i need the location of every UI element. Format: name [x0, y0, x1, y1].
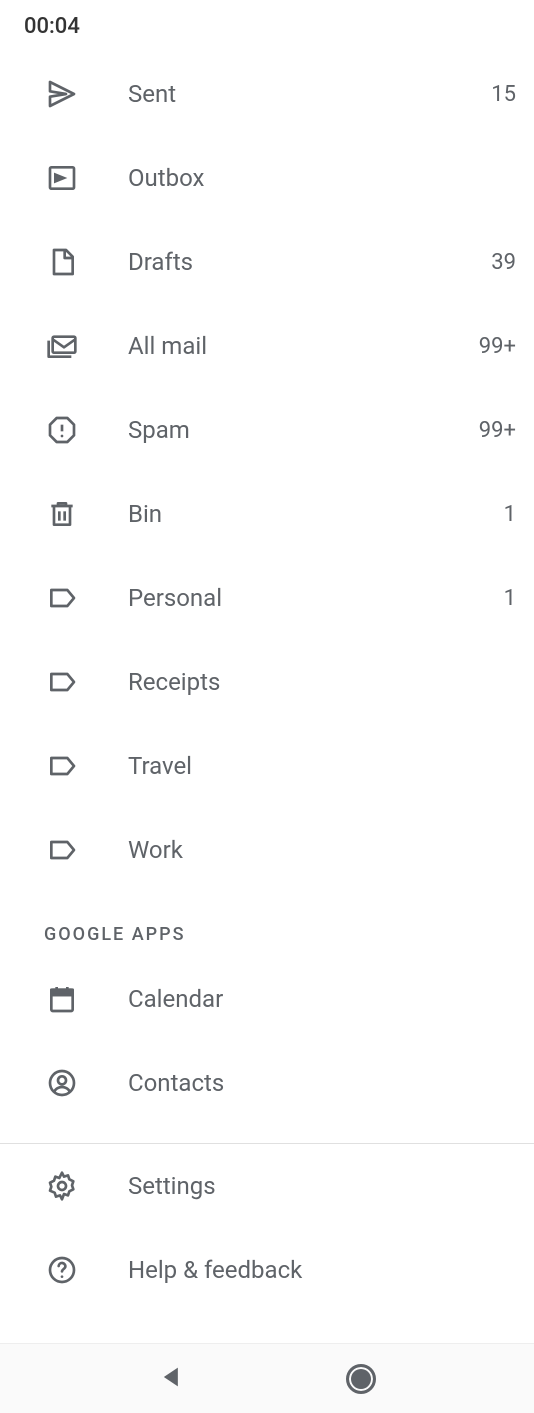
all-mail-icon — [44, 328, 80, 364]
drawer-item-count: 99+ — [479, 334, 516, 359]
contacts-icon — [44, 1065, 80, 1101]
drawer-item-label: Help & feedback — [128, 1256, 516, 1284]
calendar-icon — [44, 981, 80, 1017]
drawer-item-bin[interactable]: Bin 1 — [0, 472, 534, 556]
drawer-item-all-mail[interactable]: All mail 99+ — [0, 304, 534, 388]
drawer-item-settings[interactable]: Settings — [0, 1144, 534, 1228]
drawer-item-label: Spam — [128, 416, 479, 444]
drawer-item-label: Personal — [128, 584, 504, 612]
label-icon — [44, 580, 80, 616]
help-icon — [44, 1252, 80, 1288]
drawer-item-calendar[interactable]: Calendar — [0, 957, 534, 1041]
drawer-item-drafts[interactable]: Drafts 39 — [0, 220, 534, 304]
drawer-item-outbox[interactable]: Outbox — [0, 136, 534, 220]
drawer-item-label: Drafts — [128, 248, 491, 276]
drawer-item-receipts[interactable]: Receipts — [0, 640, 534, 724]
label-icon — [44, 748, 80, 784]
drawer-item-label: Settings — [128, 1172, 516, 1200]
section-header-google-apps: GOOGLE APPS — [0, 892, 534, 957]
drawer-item-travel[interactable]: Travel — [0, 724, 534, 808]
drafts-icon — [44, 244, 80, 280]
bin-icon — [44, 496, 80, 532]
settings-icon — [44, 1168, 80, 1204]
drawer-item-label: Contacts — [128, 1069, 516, 1097]
drawer-item-spam[interactable]: Spam 99+ — [0, 388, 534, 472]
drawer-item-count: 15 — [491, 82, 516, 107]
drawer-list: Sent 15 Outbox Drafts 39 All mail 99+ Sp… — [0, 52, 534, 1312]
drawer-item-count: 99+ — [479, 418, 516, 443]
back-icon[interactable] — [158, 1363, 186, 1395]
drawer-item-label: All mail — [128, 332, 479, 360]
drawer-item-label: Bin — [128, 500, 504, 528]
drawer-item-count: 1 — [504, 586, 516, 611]
drawer-item-label: Sent — [128, 80, 491, 108]
drawer-item-sent[interactable]: Sent 15 — [0, 52, 534, 136]
drawer-item-label: Travel — [128, 752, 516, 780]
system-nav-bar — [0, 1343, 534, 1413]
drawer-item-personal[interactable]: Personal 1 — [0, 556, 534, 640]
sent-icon — [44, 76, 80, 112]
drawer-item-label: Work — [128, 836, 516, 864]
drawer-item-count: 1 — [504, 502, 516, 527]
drawer-item-label: Receipts — [128, 668, 516, 696]
drawer-item-label: Outbox — [128, 164, 516, 192]
spam-icon — [44, 412, 80, 448]
label-icon — [44, 832, 80, 868]
status-bar: 00:04 — [0, 0, 534, 52]
drawer-item-count: 39 — [491, 250, 516, 275]
drawer-item-work[interactable]: Work — [0, 808, 534, 892]
status-time: 00:04 — [24, 14, 80, 39]
drawer-item-label: Calendar — [128, 985, 516, 1013]
outbox-icon — [44, 160, 80, 196]
home-icon[interactable] — [346, 1364, 376, 1394]
drawer-item-contacts[interactable]: Contacts — [0, 1041, 534, 1125]
drawer-item-help[interactable]: Help & feedback — [0, 1228, 534, 1312]
label-icon — [44, 664, 80, 700]
